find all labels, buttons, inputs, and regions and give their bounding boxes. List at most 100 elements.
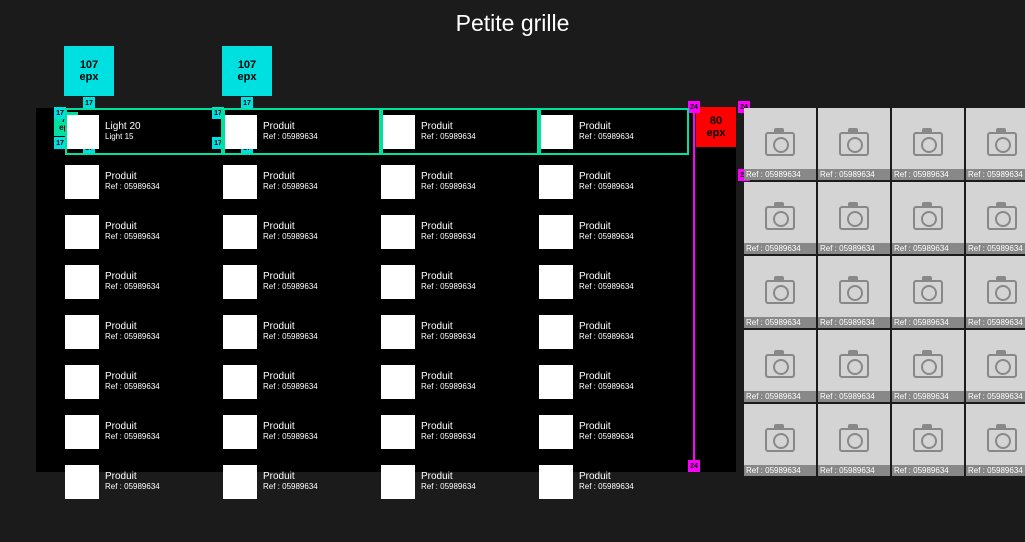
list-item[interactable]: ProduitRef : 05989634 bbox=[539, 258, 689, 305]
list-item[interactable]: ProduitRef : 05989634 bbox=[539, 458, 689, 505]
list-item[interactable]: ProduitRef : 05989634 bbox=[539, 108, 689, 155]
list-item[interactable]: ProduitRef : 05989634 bbox=[223, 158, 381, 205]
product-tile[interactable]: Ref : 05989634 bbox=[744, 108, 816, 180]
product-ref: Light 15 bbox=[105, 133, 141, 141]
product-ref: Ref : 05989634 bbox=[263, 283, 318, 291]
product-tile[interactable]: Ref : 05989634 bbox=[818, 256, 890, 328]
list-item[interactable]: ProduitRef : 05989634 bbox=[65, 258, 223, 305]
list-item[interactable]: ProduitRef : 05989634 bbox=[539, 158, 689, 205]
camera-icon bbox=[839, 354, 869, 378]
product-ref: Ref : 05989634 bbox=[579, 283, 634, 291]
product-tile[interactable]: Ref : 05989634 bbox=[818, 404, 890, 476]
product-thumbnail bbox=[65, 115, 99, 149]
product-ref: Ref : 05989634 bbox=[263, 233, 318, 241]
list-item[interactable]: ProduitRef : 05989634 bbox=[223, 458, 381, 505]
product-ref: Ref : 05989634 bbox=[263, 333, 318, 341]
product-tile[interactable]: Ref : 05989634 bbox=[966, 404, 1025, 476]
product-thumbnail bbox=[65, 415, 99, 449]
product-tile[interactable]: Ref : 05989634 bbox=[966, 256, 1025, 328]
product-tile[interactable]: Ref : 05989634 bbox=[818, 330, 890, 402]
product-ref: Ref : 05989634 bbox=[263, 133, 318, 141]
product-thumbnail bbox=[381, 365, 415, 399]
list-item[interactable]: ProduitRef : 05989634 bbox=[539, 358, 689, 405]
product-tile[interactable]: Ref : 05989634 bbox=[744, 256, 816, 328]
list-item[interactable]: ProduitRef : 05989634 bbox=[381, 308, 539, 355]
product-name: Produit bbox=[263, 172, 318, 183]
list-item[interactable]: ProduitRef : 05989634 bbox=[381, 208, 539, 255]
measure-col-width: 107epx bbox=[222, 46, 272, 96]
page-title: Petite grille bbox=[0, 10, 1025, 37]
product-ref: Ref : 05989634 bbox=[421, 233, 476, 241]
tile-caption: Ref : 05989634 bbox=[818, 317, 890, 328]
product-name: Produit bbox=[579, 422, 634, 433]
tile-caption: Ref : 05989634 bbox=[892, 391, 964, 402]
list-item[interactable]: ProduitRef : 05989634 bbox=[381, 158, 539, 205]
measure-tile-size: 80epx bbox=[696, 107, 736, 147]
list-item[interactable]: ProduitRef : 05989634 bbox=[65, 308, 223, 355]
camera-icon bbox=[765, 428, 795, 452]
product-tile[interactable]: Ref : 05989634 bbox=[966, 182, 1025, 254]
list-item[interactable]: ProduitRef : 05989634 bbox=[539, 308, 689, 355]
list-item[interactable]: ProduitRef : 05989634 bbox=[223, 208, 381, 255]
product-tile[interactable]: Ref : 05989634 bbox=[744, 330, 816, 402]
list-item[interactable]: ProduitRef : 05989634 bbox=[223, 408, 381, 455]
list-item[interactable]: ProduitRef : 05989634 bbox=[381, 458, 539, 505]
product-name: Produit bbox=[579, 122, 634, 133]
product-thumbnail bbox=[539, 365, 573, 399]
camera-icon bbox=[765, 354, 795, 378]
tile-caption: Ref : 05989634 bbox=[966, 391, 1025, 402]
camera-icon bbox=[765, 132, 795, 156]
product-tile[interactable]: Ref : 05989634 bbox=[892, 330, 964, 402]
product-name: Produit bbox=[579, 472, 634, 483]
product-name: Produit bbox=[263, 272, 318, 283]
camera-icon bbox=[987, 428, 1017, 452]
product-tile[interactable]: Ref : 05989634 bbox=[892, 182, 964, 254]
product-name: Produit bbox=[579, 322, 634, 333]
list-item[interactable]: Light 20Light 15 bbox=[65, 108, 223, 155]
product-name: Produit bbox=[421, 372, 476, 383]
list-item[interactable]: ProduitRef : 05989634 bbox=[539, 408, 689, 455]
product-name: Produit bbox=[421, 122, 476, 133]
product-thumbnail bbox=[381, 115, 415, 149]
product-tile[interactable]: Ref : 05989634 bbox=[892, 108, 964, 180]
product-tile[interactable]: Ref : 05989634 bbox=[744, 404, 816, 476]
product-ref: Ref : 05989634 bbox=[263, 433, 318, 441]
product-ref: Ref : 05989634 bbox=[579, 433, 634, 441]
list-item[interactable]: ProduitRef : 05989634 bbox=[65, 408, 223, 455]
list-item[interactable]: ProduitRef : 05989634 bbox=[381, 408, 539, 455]
product-tile[interactable]: Ref : 05989634 bbox=[892, 404, 964, 476]
list-item[interactable]: ProduitRef : 05989634 bbox=[223, 108, 381, 155]
list-item[interactable]: ProduitRef : 05989634 bbox=[65, 158, 223, 205]
list-item[interactable]: ProduitRef : 05989634 bbox=[65, 458, 223, 505]
list-item[interactable]: ProduitRef : 05989634 bbox=[223, 258, 381, 305]
product-thumbnail bbox=[65, 365, 99, 399]
product-tile[interactable]: Ref : 05989634 bbox=[966, 330, 1025, 402]
list-item[interactable]: ProduitRef : 05989634 bbox=[223, 308, 381, 355]
product-name: Produit bbox=[579, 272, 634, 283]
list-item[interactable]: ProduitRef : 05989634 bbox=[223, 358, 381, 405]
camera-icon bbox=[765, 280, 795, 304]
product-name: Produit bbox=[105, 472, 160, 483]
product-tile[interactable]: Ref : 05989634 bbox=[966, 108, 1025, 180]
product-tile[interactable]: Ref : 05989634 bbox=[892, 256, 964, 328]
product-ref: Ref : 05989634 bbox=[579, 483, 634, 491]
tile-caption: Ref : 05989634 bbox=[892, 243, 964, 254]
list-item[interactable]: ProduitRef : 05989634 bbox=[381, 358, 539, 405]
camera-icon bbox=[913, 132, 943, 156]
product-name: Produit bbox=[105, 272, 160, 283]
list-item[interactable]: ProduitRef : 05989634 bbox=[65, 358, 223, 405]
product-ref: Ref : 05989634 bbox=[105, 383, 160, 391]
product-tile[interactable]: Ref : 05989634 bbox=[818, 182, 890, 254]
product-thumbnail bbox=[539, 215, 573, 249]
measure-col-width: 107epx bbox=[64, 46, 114, 96]
list-item[interactable]: ProduitRef : 05989634 bbox=[65, 208, 223, 255]
product-tile[interactable]: Ref : 05989634 bbox=[818, 108, 890, 180]
camera-icon bbox=[987, 280, 1017, 304]
product-thumbnail bbox=[65, 465, 99, 499]
list-item[interactable]: ProduitRef : 05989634 bbox=[539, 208, 689, 255]
list-item[interactable]: ProduitRef : 05989634 bbox=[381, 108, 539, 155]
product-ref: Ref : 05989634 bbox=[105, 183, 160, 191]
product-tile[interactable]: Ref : 05989634 bbox=[744, 182, 816, 254]
list-item[interactable]: ProduitRef : 05989634 bbox=[381, 258, 539, 305]
product-name: Produit bbox=[579, 222, 634, 233]
